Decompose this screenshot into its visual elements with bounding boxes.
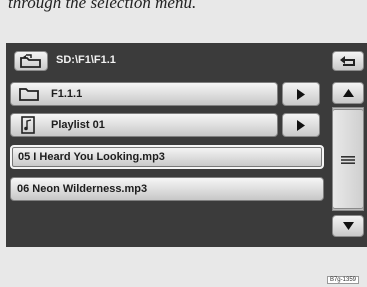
arrow-down-icon [342, 222, 354, 230]
file-label: 05 I Heard You Looking.mp3 [18, 151, 165, 163]
media-browser-screen: SD:\F1\F1.1 F1.1.1 Playlist 01 05 I Hear… [6, 43, 367, 247]
scrollbar-thumb[interactable] [332, 109, 364, 209]
scroll-down-button[interactable] [332, 215, 364, 237]
folder-label: F1.1.1 [51, 88, 83, 100]
playlist-label: Playlist 01 [51, 119, 105, 131]
list-item-file[interactable]: 06 Neon Wilderness.mp3 [10, 177, 324, 201]
list-item-playlist[interactable]: Playlist 01 [10, 113, 278, 137]
play-arrow-icon [297, 89, 305, 100]
manual-caption: through the selection menu. [8, 0, 197, 12]
figure-reference: B7g-1359 [326, 276, 359, 284]
back-arrow-icon [340, 56, 355, 66]
open-playlist-button[interactable] [282, 113, 320, 137]
playlist-icon [19, 116, 41, 134]
back-button[interactable] [332, 51, 364, 71]
scroll-up-button[interactable] [332, 82, 364, 104]
grip-icon [341, 156, 355, 164]
open-folder-button[interactable] [282, 82, 320, 106]
list-item-folder[interactable]: F1.1.1 [10, 82, 278, 106]
arrow-up-icon [342, 89, 354, 97]
current-path: SD:\F1\F1.1 [56, 54, 116, 66]
play-arrow-icon [297, 120, 305, 131]
folder-up-icon [20, 54, 41, 68]
list-item-file[interactable]: 05 I Heard You Looking.mp3 [10, 145, 324, 169]
folder-up-button[interactable] [14, 51, 48, 71]
file-label: 06 Neon Wilderness.mp3 [17, 183, 148, 195]
folder-icon [19, 87, 41, 101]
